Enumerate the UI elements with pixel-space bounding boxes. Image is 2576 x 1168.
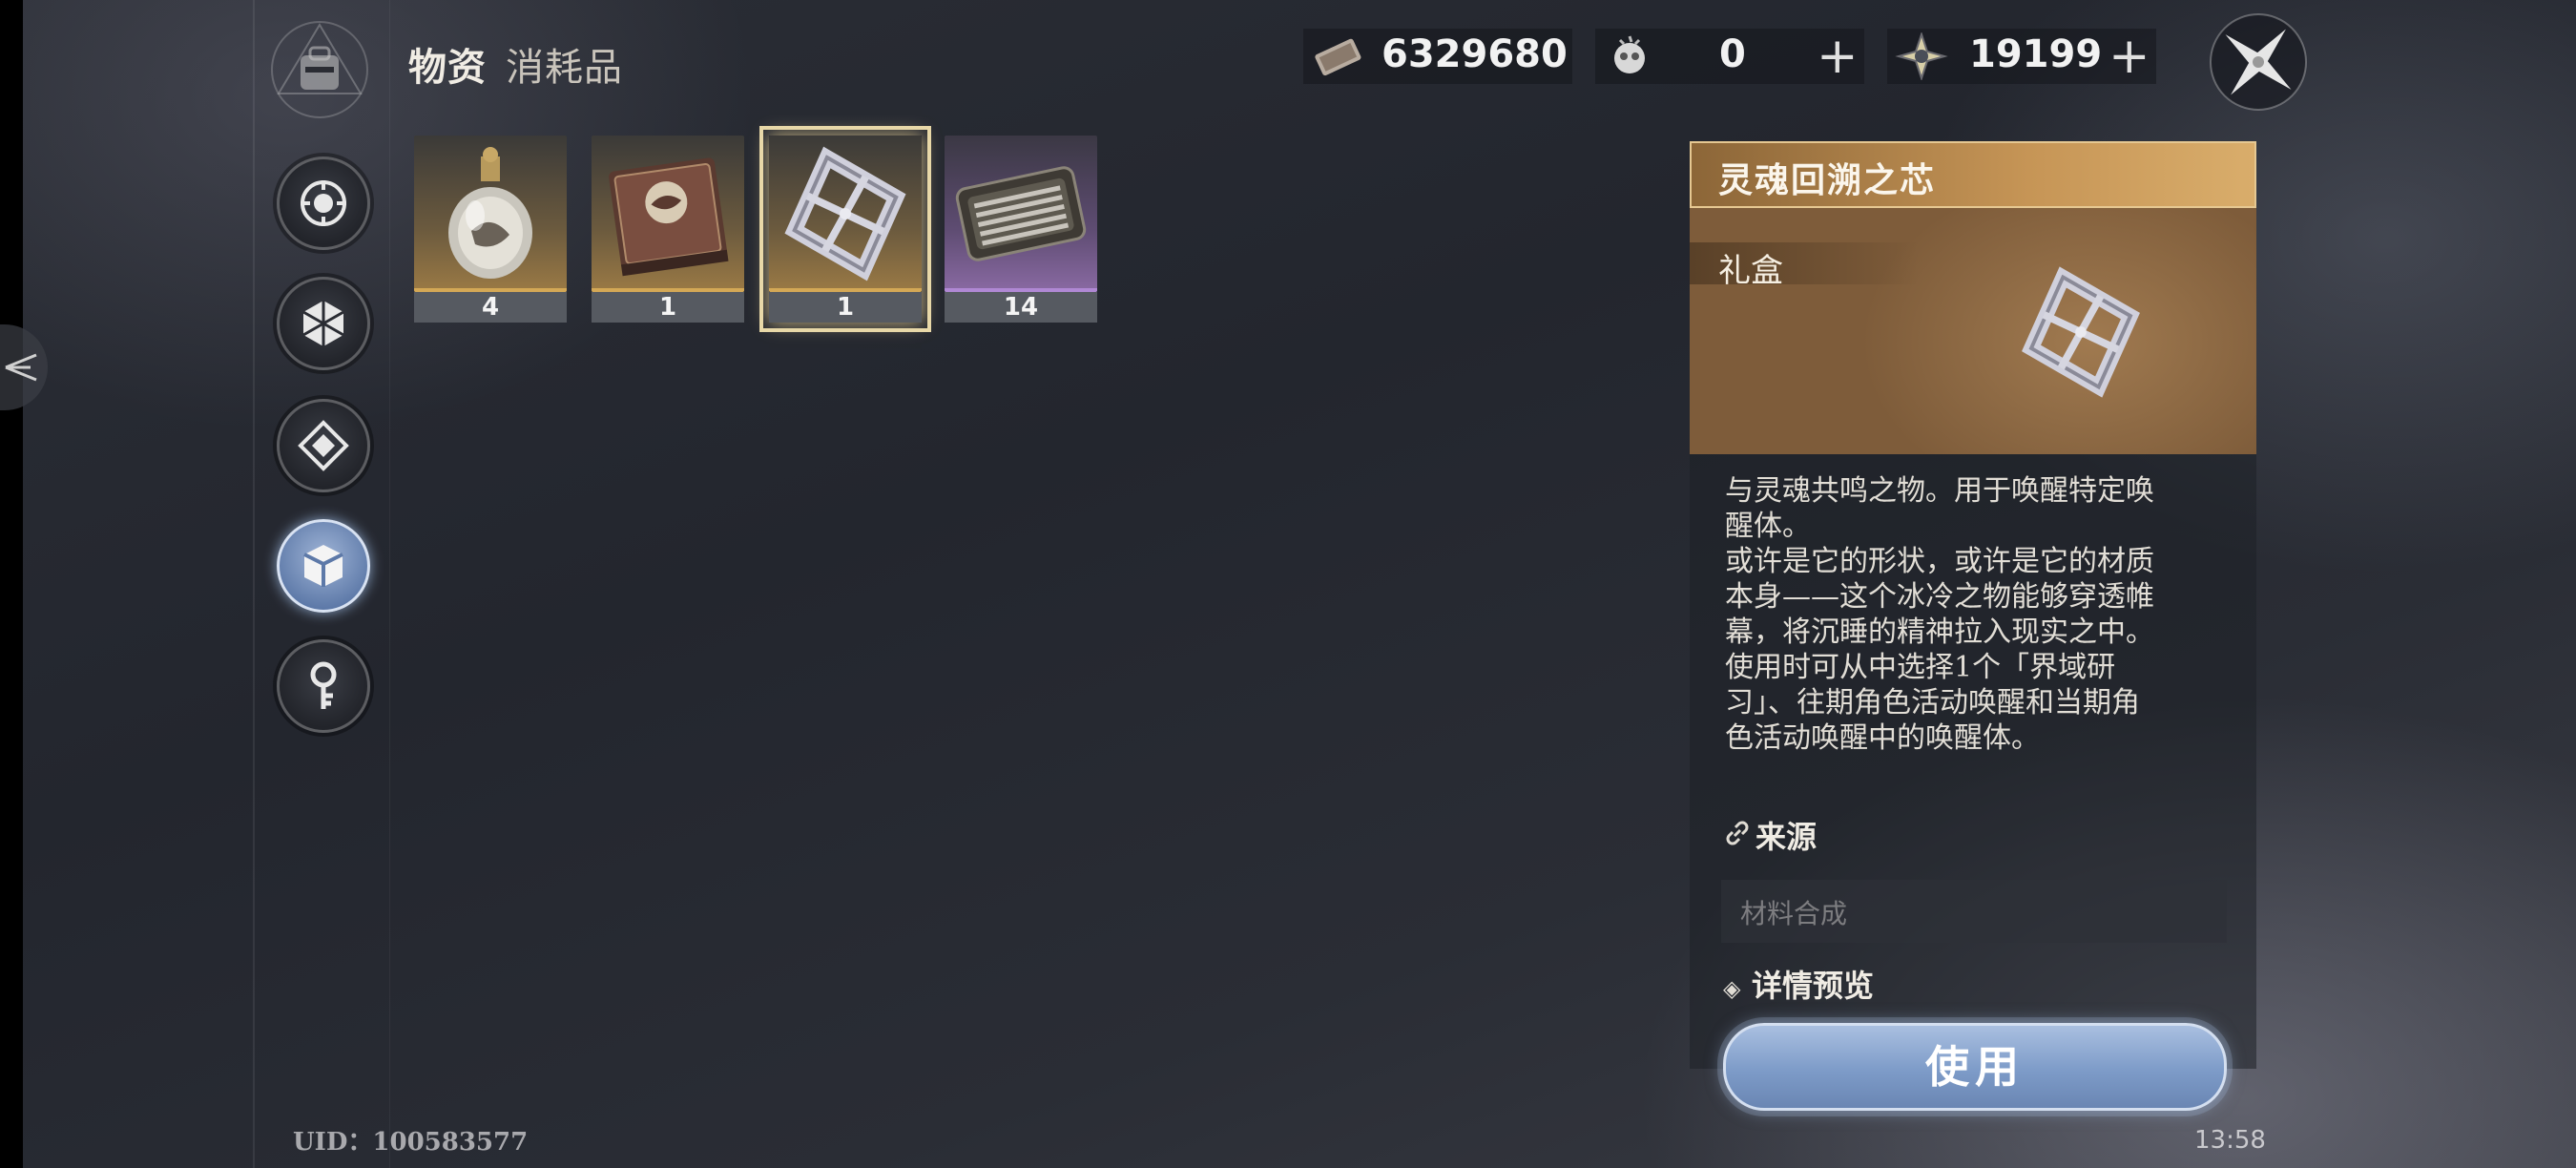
source-entry[interactable]: 材料合成: [1721, 880, 2227, 943]
sidebar-item-diamond[interactable]: [277, 399, 370, 492]
item-detail-header: 灵魂回溯之芯: [1690, 141, 2256, 208]
inventory-slot[interactable]: 1: [592, 136, 744, 323]
arrow-glyph-icon: [5, 353, 37, 382]
slot-frame: [769, 136, 922, 292]
slot-frame: [592, 136, 744, 292]
item-detail-art: 礼盒: [1690, 208, 2256, 454]
clock: 13:58: [2194, 1126, 2266, 1155]
currency-crystal: 19199 +: [1887, 29, 2156, 84]
crystal-frame-icon: [784, 146, 906, 282]
slot-frame: [414, 136, 567, 292]
source-heading: 来源: [1755, 819, 1818, 855]
user-id: UID：100583577: [293, 1128, 529, 1157]
inventory-slot-selected[interactable]: 1: [759, 126, 931, 332]
diamond-bullet-icon: ◈: [1723, 975, 1741, 1002]
side-drawer-button[interactable]: [0, 324, 48, 410]
screen-edge: [0, 0, 23, 1168]
add-crystal-button[interactable]: +: [2109, 29, 2150, 84]
currency-ticket: 6329680: [1303, 29, 1572, 84]
item-name: 灵魂回溯之芯: [1718, 160, 1937, 200]
skull-orb-icon: [1614, 35, 1645, 73]
crystal-frame-icon: [2022, 266, 2140, 398]
diamond-icon: [298, 420, 349, 471]
add-orb-button[interactable]: +: [1817, 29, 1859, 84]
inventory-slot[interactable]: 14: [945, 136, 1097, 323]
hexagon-icon: [302, 301, 344, 346]
compass-star-icon[interactable]: [2206, 10, 2311, 115]
sidebar-item-cube[interactable]: [277, 519, 370, 613]
ticket-icon: [1315, 38, 1361, 76]
star-crystal-icon: [1895, 32, 1948, 80]
book-icon: [609, 157, 729, 277]
item-quantity: 14: [945, 292, 1097, 323]
link-icon: [1726, 821, 1749, 845]
details-preview-link[interactable]: 详情预览: [1752, 962, 1874, 1006]
sidebar-item-key[interactable]: [277, 639, 370, 733]
rail-divider: [253, 0, 255, 1168]
tool-case-icon: [955, 166, 1087, 261]
backpack-emblem-icon: [267, 17, 372, 122]
key-icon: [310, 661, 337, 709]
page-title: 物资: [408, 45, 487, 90]
item-quantity: 4: [414, 292, 567, 323]
rail-divider-faint: [389, 0, 390, 1168]
item-quantity: 1: [769, 292, 922, 323]
use-button-label: 使用: [1925, 1041, 2025, 1093]
category-label: 消耗品: [506, 46, 623, 90]
sidebar-item-hexagon[interactable]: [277, 277, 370, 370]
item-quantity: 1: [592, 292, 744, 323]
cube-icon: [303, 545, 343, 587]
slot-frame: [945, 136, 1097, 292]
item-type: 礼盒: [1718, 252, 1783, 290]
compass-icon: [301, 180, 346, 226]
inventory-slot[interactable]: 4: [414, 136, 567, 323]
sidebar-item-compass[interactable]: [277, 156, 370, 250]
potion-flask-icon: [448, 147, 532, 279]
item-description: 与灵魂共鸣之物。用于唤醒特定唤 醒体。 或许是它的形状，或许是它的材质 本身——…: [1725, 474, 2154, 755]
use-button[interactable]: 使用: [1723, 1023, 2227, 1111]
currency-orb: 0 +: [1595, 29, 1864, 84]
source-value: 材料合成: [1740, 898, 1848, 929]
